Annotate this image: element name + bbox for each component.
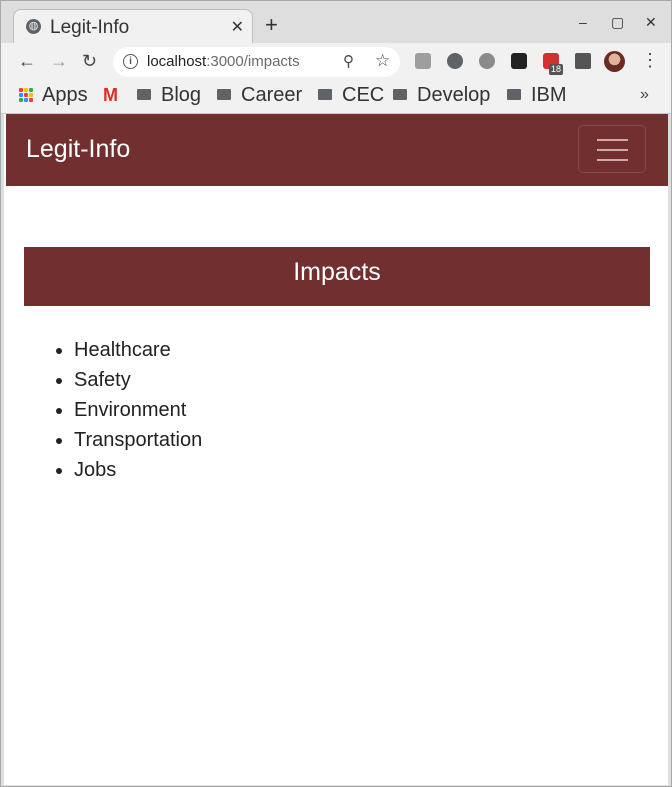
browser-window: ◍ Legit-Info ✕ + – ▢ ✕ ← → ↻ i localhost… (0, 0, 672, 787)
tab-title: Legit-Info (50, 17, 130, 38)
hamburger-bar (597, 159, 628, 161)
tab-strip: ◍ Legit-Info ✕ + – ▢ ✕ (1, 1, 671, 44)
extension-icon[interactable] (447, 53, 463, 69)
apps-icon (19, 88, 33, 102)
bookmark-ibm[interactable]: IBM (507, 84, 567, 107)
browser-toolbar: ← → ↻ i localhost:3000/impacts ⚲ ☆ ⋮ (1, 43, 671, 81)
bookmark-cec[interactable]: CEC (318, 84, 384, 107)
bookmark-blog[interactable]: Blog (137, 84, 201, 107)
gmail-icon[interactable]: M (103, 85, 118, 106)
new-tab-button[interactable]: + (265, 14, 278, 36)
site-info-icon[interactable]: i (123, 54, 138, 69)
hamburger-bar (597, 139, 628, 141)
camera-extension-icon[interactable] (415, 53, 431, 69)
page-viewport: Legit-Info Impacts Healthcare Safety Env… (4, 114, 668, 785)
owl-extension-icon[interactable] (511, 53, 527, 69)
app-navbar: Legit-Info (6, 114, 668, 186)
bookmark-career[interactable]: Career (217, 84, 302, 107)
more-bookmarks-button[interactable]: » (640, 86, 649, 104)
list-item-jobs: Jobs (74, 455, 202, 485)
chrome-menu-icon[interactable]: ⋮ (641, 50, 659, 71)
list-item-environment: Environment (74, 395, 202, 425)
bookmark-apps[interactable]: Apps (42, 84, 88, 107)
back-button[interactable]: ← (18, 51, 36, 71)
folder-icon (217, 89, 231, 100)
bookmarks-bar: Apps M Blog Career CEC Develop IBM » (1, 81, 671, 114)
address-bar[interactable]: i localhost:3000/impacts ⚲ ☆ (113, 47, 400, 77)
extension-badge: 18 (549, 64, 564, 75)
close-tab-icon[interactable]: ✕ (231, 17, 244, 37)
reload-button[interactable]: ↻ (82, 51, 97, 71)
zoom-icon[interactable]: ⚲ (343, 52, 354, 70)
hamburger-bar (597, 149, 628, 151)
globe-icon: ◍ (26, 19, 41, 34)
page-title: Impacts (24, 247, 650, 306)
folder-icon (393, 89, 407, 100)
list-item-healthcare: Healthcare (74, 335, 202, 365)
folder-icon (318, 89, 332, 100)
bookmark-develop[interactable]: Develop (393, 84, 490, 107)
list-item-transportation: Transportation (74, 425, 202, 455)
avatar[interactable] (604, 51, 625, 72)
url-text: localhost:3000/impacts (147, 53, 300, 70)
forward-button[interactable]: → (50, 51, 68, 71)
close-window-button[interactable]: ✕ (645, 14, 657, 31)
minimize-button[interactable]: – (579, 14, 587, 30)
tab-legit-info[interactable]: ◍ Legit-Info ✕ (13, 9, 253, 44)
impact-list: Healthcare Safety Environment Transporta… (24, 335, 202, 485)
maximize-button[interactable]: ▢ (611, 14, 624, 31)
folder-icon (137, 89, 151, 100)
list-item-safety: Safety (74, 365, 202, 395)
bookmark-star-icon[interactable]: ☆ (375, 51, 390, 71)
circle-extension-icon[interactable] (479, 53, 495, 69)
puzzle-icon[interactable] (575, 53, 591, 69)
folder-icon (507, 89, 521, 100)
brand-link[interactable]: Legit-Info (26, 135, 130, 164)
navbar-toggler-button[interactable] (578, 125, 646, 173)
